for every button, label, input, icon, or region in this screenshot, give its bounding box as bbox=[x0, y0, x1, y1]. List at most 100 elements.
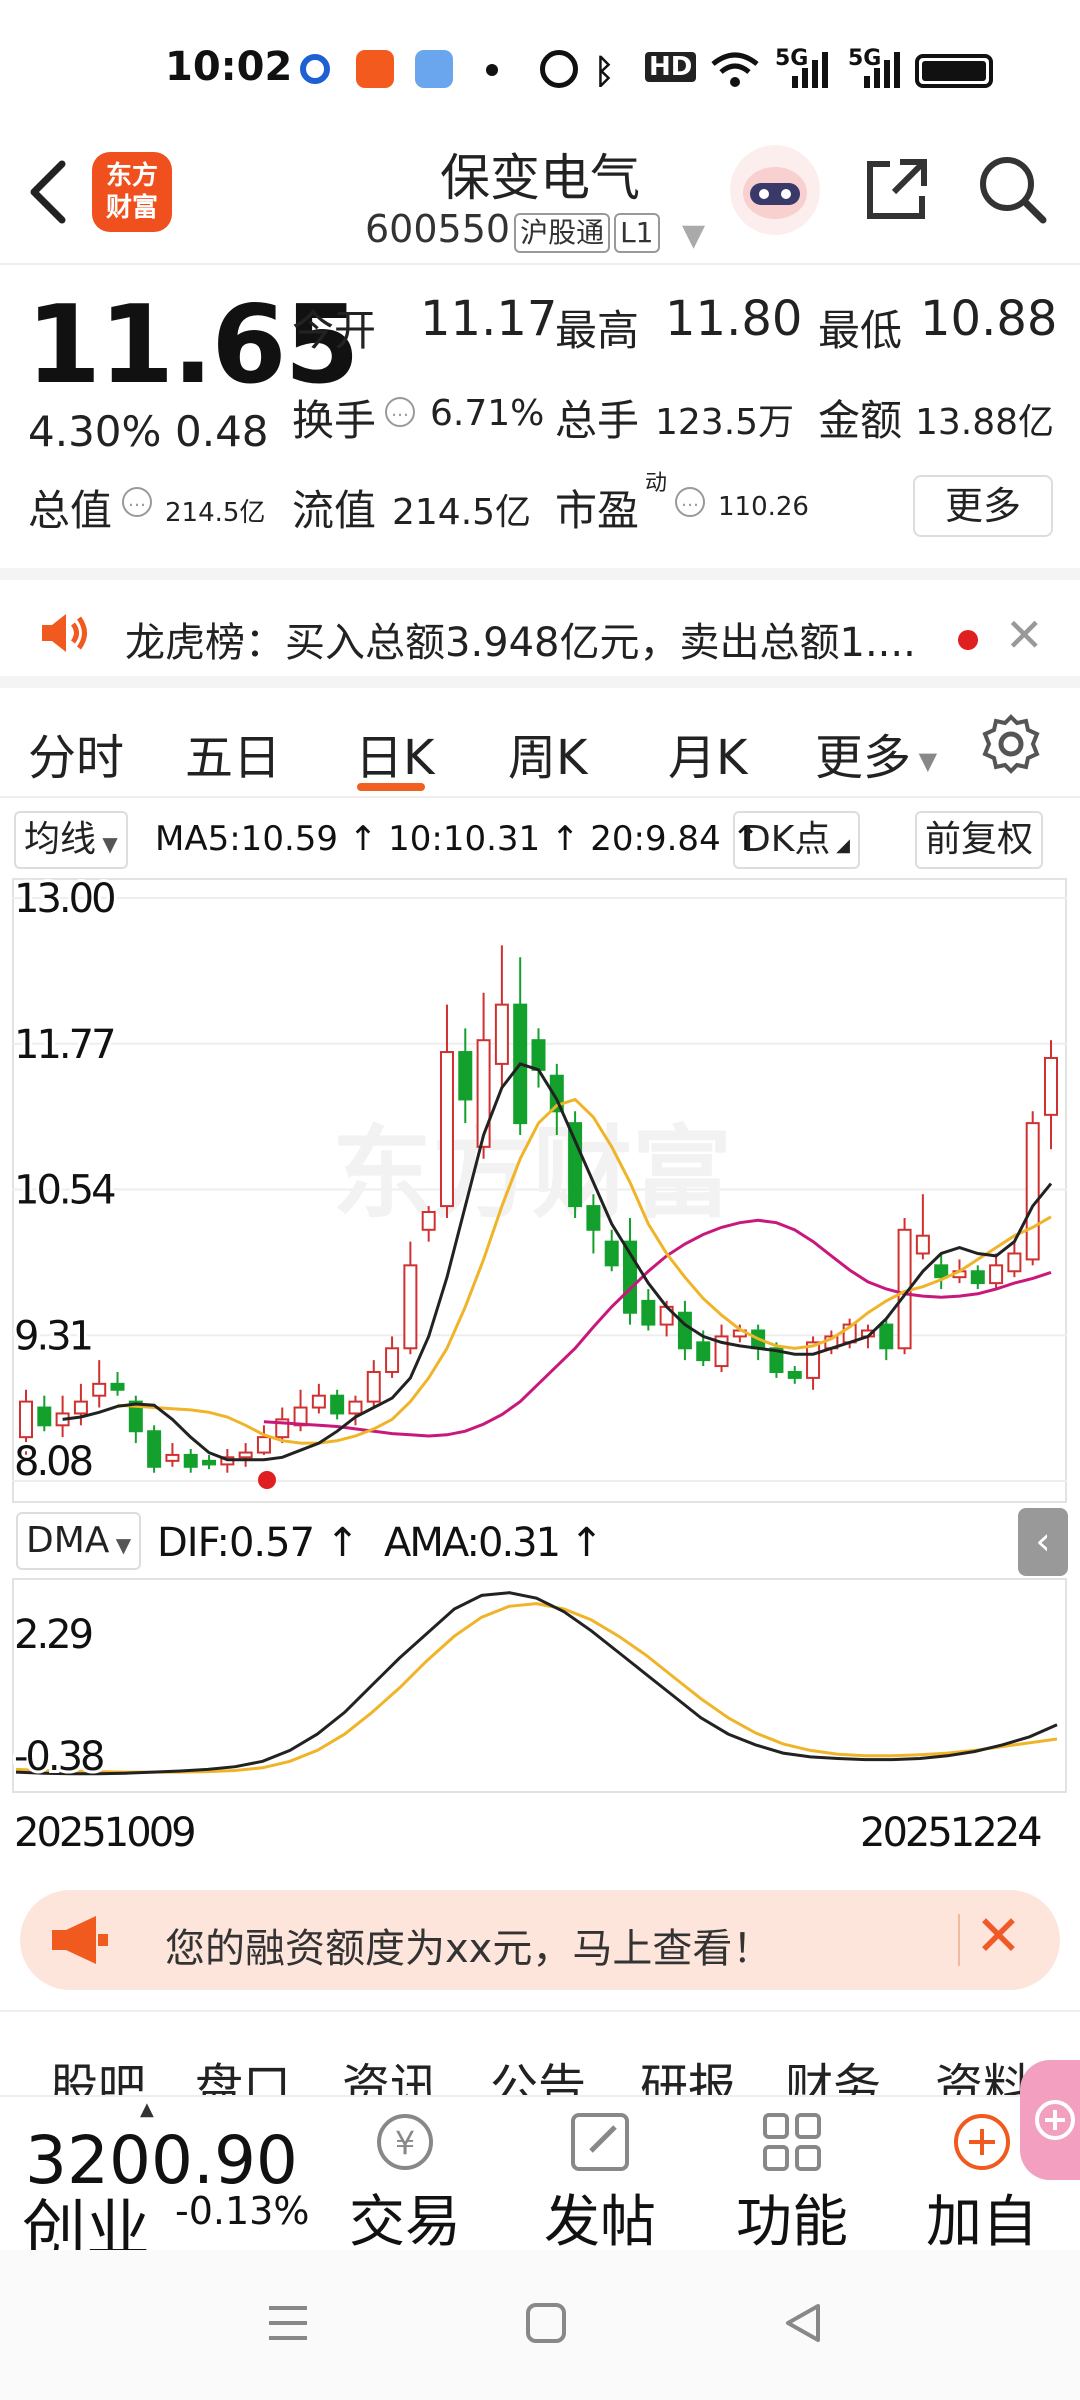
pe-info-icon[interactable]: … bbox=[675, 487, 705, 517]
turnover-label: 换手 bbox=[292, 396, 377, 445]
gear-icon[interactable] bbox=[980, 713, 1042, 779]
level-chip: L1 bbox=[614, 213, 660, 253]
tab-monthly-k[interactable]: 月K bbox=[668, 718, 747, 788]
mktcap-value: 214.5亿 bbox=[165, 498, 266, 528]
edit-icon bbox=[565, 2107, 635, 2177]
bluetooth-icon: ᛒ bbox=[594, 52, 615, 92]
hd-icon: HD bbox=[645, 52, 697, 82]
add-circle-icon bbox=[947, 2107, 1017, 2177]
chevron-down-icon: ▼ bbox=[96, 832, 118, 856]
tab-intraday[interactable]: 分时 bbox=[28, 718, 124, 788]
stock-header: 东方 财富 保变电气 600550 沪股通 L1 ▼ bbox=[0, 130, 1080, 265]
menu-icon[interactable] bbox=[265, 2300, 311, 2350]
mktcap-label: 总值 bbox=[28, 486, 113, 535]
kline-chart[interactable]: 东方财富 13.0011.7710.549.318.08 bbox=[12, 878, 1067, 1503]
candle-up bbox=[92, 1382, 107, 1397]
home-icon[interactable] bbox=[523, 2300, 569, 2350]
news-bar[interactable]: 龙虎榜：买入总额3.948亿元，卖出总额1.... ✕ bbox=[0, 568, 1080, 688]
dk-point-label: DK点 bbox=[743, 819, 831, 860]
y-tick-label: 13.00 bbox=[14, 878, 114, 922]
ai-assistant-avatar[interactable] bbox=[730, 145, 820, 235]
kline-period-tabs: 分时 五日 日K 周K 月K 更多 ▼ bbox=[0, 688, 1080, 798]
tab-daily-k[interactable]: 日K bbox=[355, 718, 434, 788]
functions-button[interactable]: 功能 bbox=[722, 2097, 862, 2258]
app-notification-icon bbox=[300, 54, 330, 84]
price-adjust-button[interactable]: 前复权 bbox=[915, 811, 1044, 869]
candle-up bbox=[19, 1400, 33, 1439]
dma-chart[interactable]: 2.29 -0.38 bbox=[12, 1578, 1067, 1793]
tab-weekly-k[interactable]: 周K bbox=[508, 718, 587, 788]
app-logo[interactable]: 东方 财富 bbox=[92, 152, 172, 232]
trade-icon: ¥ bbox=[370, 2107, 440, 2177]
open-value: 11.17 bbox=[420, 291, 558, 347]
trade-button[interactable]: ¥ 交易 bbox=[335, 2097, 475, 2258]
battery-icon bbox=[915, 54, 993, 88]
corner-triangle-icon: ◢ bbox=[830, 835, 850, 856]
back-button[interactable] bbox=[20, 152, 80, 232]
more-quote-button[interactable]: 更多 bbox=[913, 475, 1053, 537]
dk-point-button[interactable]: DK点 ◢ bbox=[733, 811, 860, 869]
stock-switch-dropdown-icon[interactable]: ▼ bbox=[682, 218, 705, 253]
indicator-row: 均线 ▼ MA5:10.59 ↑ 10:10.31 ↑ 20:9.84 ↑ DK… bbox=[0, 805, 1080, 875]
index-change: -0.13% bbox=[175, 2189, 310, 2233]
post-button[interactable]: 发帖 bbox=[530, 2097, 670, 2258]
y-tick-label: 9.31 bbox=[14, 1313, 91, 1359]
system-nav-bar bbox=[0, 2250, 1080, 2400]
pe-dynamic-mark: 动 bbox=[645, 471, 668, 496]
pe-value: 110.26 bbox=[718, 492, 809, 522]
candle-down bbox=[202, 1459, 217, 1466]
news-headline[interactable]: 龙虎榜：买入总额3.948亿元，卖出总额1.... bbox=[125, 610, 945, 668]
candle-down bbox=[879, 1323, 894, 1350]
float-cap-label: 流值 bbox=[292, 486, 377, 535]
candle-up bbox=[311, 1394, 326, 1409]
mktcap-info-icon[interactable]: … bbox=[122, 487, 152, 517]
dma-selector[interactable]: DMA ▼ bbox=[16, 1512, 142, 1570]
ma-selector[interactable]: 均线 ▼ bbox=[14, 811, 128, 869]
dma-row: DMA ▼ DIF:0.57 ↑ AMA:0.31 ↑ bbox=[12, 1508, 1067, 1578]
ama-value: AMA:0.31 ↑ bbox=[384, 1520, 603, 1566]
close-icon[interactable]: ✕ bbox=[975, 1904, 1022, 1969]
app-notification-icon bbox=[415, 50, 453, 88]
low-value: 10.88 bbox=[920, 291, 1058, 347]
share-icon[interactable] bbox=[860, 152, 934, 226]
close-icon[interactable]: ✕ bbox=[1005, 608, 1044, 662]
promo-text[interactable]: 您的融资额度为xx元，马上查看！ bbox=[165, 1916, 772, 1974]
candle-up bbox=[494, 1003, 509, 1065]
stock-name: 保变电气 bbox=[440, 149, 640, 207]
financing-promo-banner[interactable]: 您的融资额度为xx元，马上查看！ ✕ bbox=[20, 1890, 1060, 1990]
bottom-action-bar: ▲ 3200.90 创业 -0.13% ¥ 交易 发帖 功能 加自 bbox=[0, 2095, 1080, 2268]
candle-down bbox=[183, 1453, 198, 1468]
dma-y-tick-label: 2.29 bbox=[14, 1612, 92, 1658]
search-icon[interactable] bbox=[975, 152, 1049, 226]
megaphone-icon bbox=[48, 1912, 110, 1972]
floating-add-button[interactable] bbox=[1020, 2060, 1080, 2180]
functions-label: 功能 bbox=[736, 2190, 848, 2255]
tab-more[interactable]: 更多 ▼ bbox=[815, 718, 937, 788]
info-tabs: 股吧 盘口 资讯 公告 研报 财务 资料 bbox=[0, 2010, 1080, 2115]
caret-up-icon: ▲ bbox=[140, 2099, 154, 2120]
turnover-info-icon[interactable]: … bbox=[385, 397, 415, 427]
collapse-panel-button[interactable]: ‹ bbox=[1018, 1508, 1068, 1576]
tab-five-day[interactable]: 五日 bbox=[185, 718, 281, 788]
back-nav-icon[interactable] bbox=[780, 2300, 826, 2350]
candle-up bbox=[915, 1234, 930, 1255]
tab-more-label: 更多 bbox=[815, 730, 912, 786]
candle-up bbox=[348, 1400, 363, 1415]
candle-up bbox=[385, 1347, 400, 1373]
logo-text-line2: 财富 bbox=[105, 193, 158, 223]
candle-down bbox=[568, 1122, 583, 1208]
candle-down bbox=[147, 1430, 162, 1468]
candle-up bbox=[1007, 1252, 1022, 1273]
candle-up bbox=[439, 1051, 454, 1208]
unread-dot bbox=[958, 630, 978, 650]
candle-up bbox=[1044, 1056, 1058, 1116]
candle-down bbox=[531, 1039, 546, 1071]
volume-label: 总手 bbox=[555, 396, 640, 445]
signal-2-icon bbox=[862, 50, 902, 88]
amount-value: 13.88亿 bbox=[915, 402, 1055, 443]
volume-value: 123.5万 bbox=[655, 402, 795, 443]
stock-code: 600550 bbox=[365, 207, 511, 251]
signal-dot bbox=[258, 1471, 276, 1489]
candle-up bbox=[989, 1264, 1004, 1285]
stock-code-row: 600550 沪股通 L1 bbox=[365, 207, 660, 253]
